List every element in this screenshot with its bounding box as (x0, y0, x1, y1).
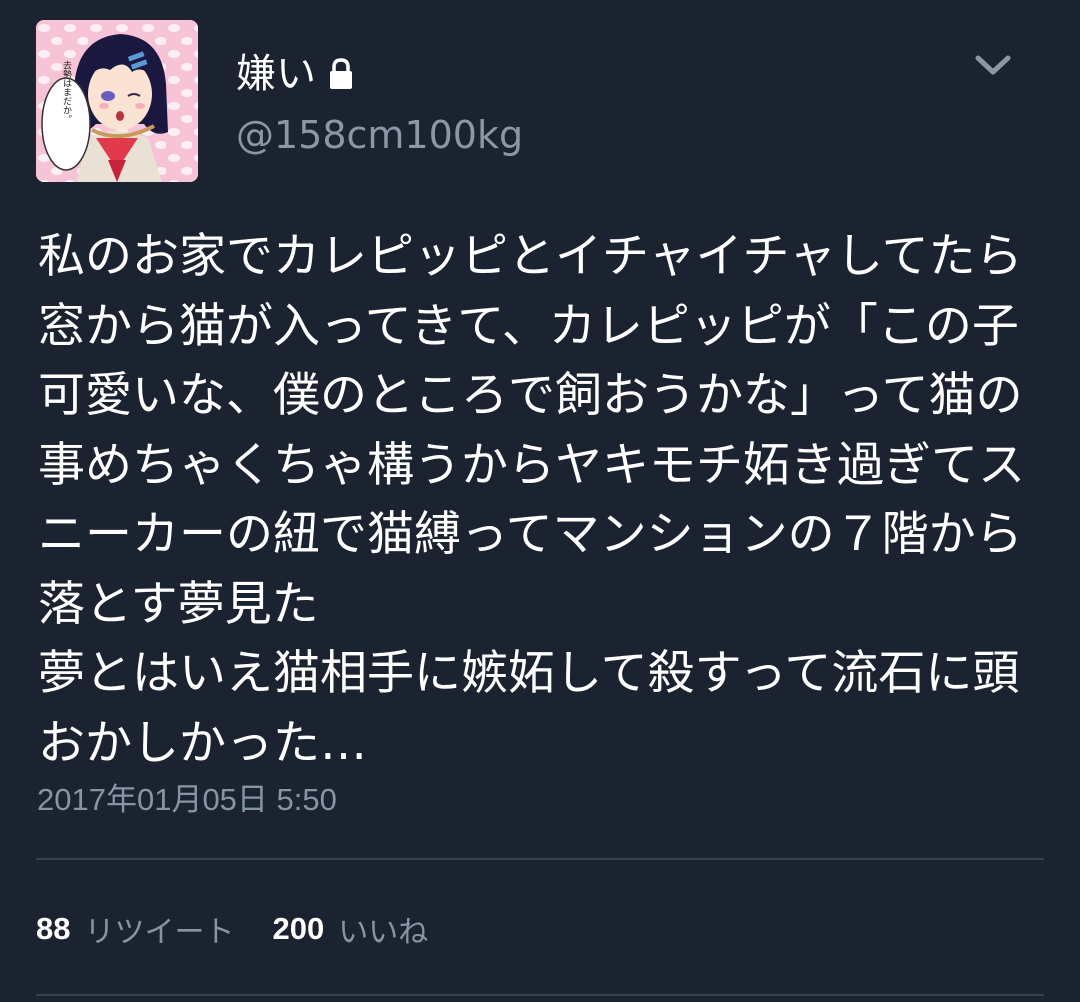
user-handle[interactable]: @158cm100kg (236, 110, 523, 160)
tweet-stats: 88 リツイート 200 いいね (36, 902, 466, 956)
tweet-text: 私のお家でカレピッピとイチャイチャしてたら窓から猫が入ってきて、カレピッピが「こ… (38, 229, 1025, 771)
retweets-count: 88 (36, 911, 71, 946)
tweet-detail: 去勢はまだか。 嫌い @158cm100kg 私のお家でカレピッピとイチャイチャ… (0, 0, 1080, 1002)
avatar[interactable]: 去勢はまだか。 (36, 20, 198, 182)
retweets-label: リツイート (84, 915, 235, 950)
display-name[interactable]: 嫌い (236, 46, 316, 102)
avatar-illustration: 去勢はまだか。 (36, 20, 198, 182)
user-name-row[interactable]: 嫌い (236, 46, 356, 102)
avatar-speech-text: 去勢はまだか。 (61, 59, 72, 123)
divider (36, 858, 1044, 860)
likes-count: 200 (272, 911, 325, 946)
retweets-stat[interactable]: 88 リツイート (36, 907, 234, 951)
divider (36, 994, 1044, 996)
chevron-down-icon[interactable] (972, 50, 1014, 82)
lock-icon (330, 58, 352, 89)
tweet-timestamp[interactable]: 2017年01月05日 5:50 (37, 776, 337, 824)
likes-stat[interactable]: 200 いいね (272, 907, 428, 951)
likes-label: いいね (338, 915, 429, 950)
